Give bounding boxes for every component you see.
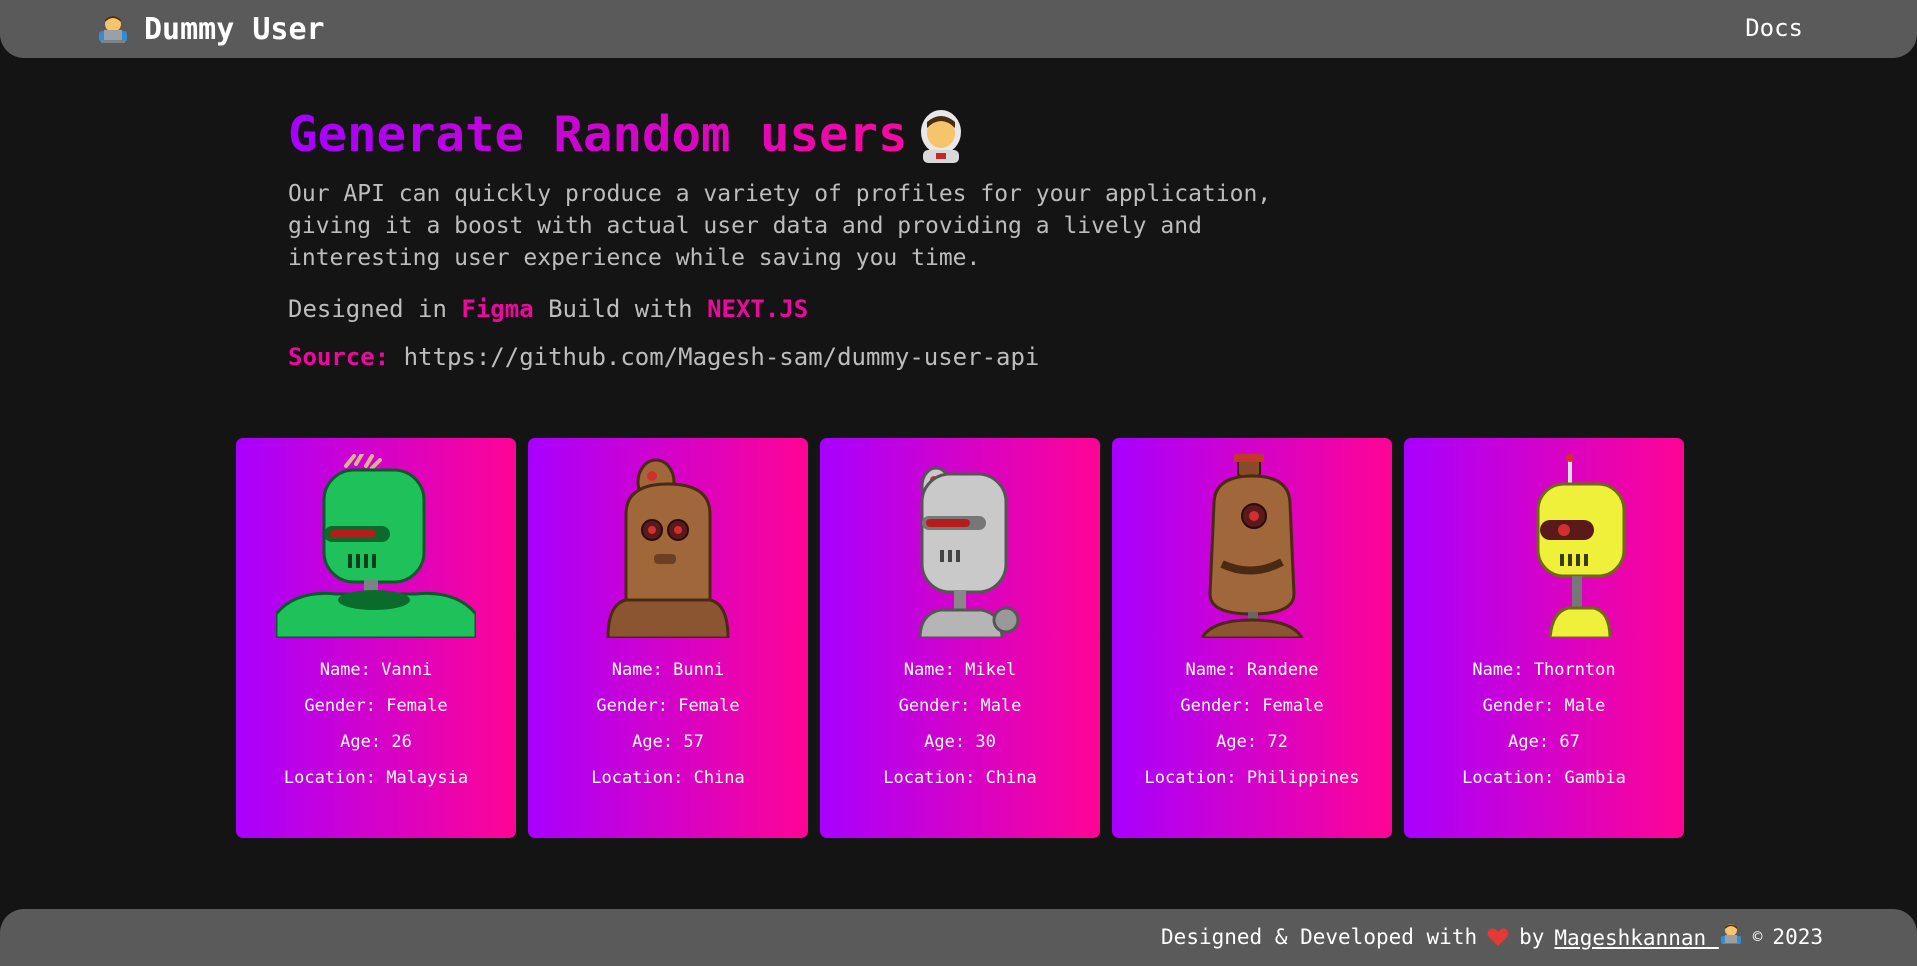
user-location: Location: Philippines bbox=[1144, 768, 1360, 788]
user-gender: Gender: Female bbox=[304, 696, 448, 716]
footer-credit: Designed & Developed with by Mageshkanna… bbox=[1161, 923, 1823, 950]
user-age: Age: 57 bbox=[632, 732, 704, 752]
navbar: Dummy User Docs bbox=[0, 0, 1917, 58]
author-link[interactable]: Mageshkannan bbox=[1554, 923, 1742, 950]
technologist-icon bbox=[99, 16, 127, 43]
user-location: Location: China bbox=[591, 768, 745, 788]
astronaut-icon bbox=[920, 110, 961, 163]
copyright-year: 2023 bbox=[1772, 924, 1823, 949]
user-name: Name: Randene bbox=[1185, 660, 1319, 680]
source-line: Source: https://github.com/Magesh-sam/du… bbox=[288, 340, 1338, 374]
card-info: Name: Thornton Gender: Male Age: 67 Loca… bbox=[1404, 652, 1684, 796]
user-card: Name: Thornton Gender: Male Age: 67 Loca… bbox=[1404, 438, 1684, 838]
card-info: Name: Mikel Gender: Male Age: 30 Locatio… bbox=[820, 652, 1100, 796]
user-name: Name: Bunni bbox=[611, 660, 725, 680]
hero-title-text: Generate Random users bbox=[288, 106, 908, 163]
source-label: Source: bbox=[288, 343, 390, 371]
footer-prefix: Designed & Developed with bbox=[1161, 924, 1478, 949]
card-info: Name: Randene Gender: Female Age: 72 Loc… bbox=[1112, 652, 1392, 796]
user-name: Name: Thornton bbox=[1472, 660, 1616, 680]
designed-line: Designed in Figma Build with NEXT.JS bbox=[288, 292, 1338, 326]
user-location: Location: Gambia bbox=[1462, 768, 1626, 788]
card-info: Name: Vanni Gender: Female Age: 26 Locat… bbox=[236, 652, 516, 796]
user-location: Location: Malaysia bbox=[283, 768, 469, 788]
green-robot-icon bbox=[276, 454, 476, 638]
user-card: Name: Bunni Gender: Female Age: 57 Locat… bbox=[528, 438, 808, 838]
brown-robot-icon bbox=[606, 458, 730, 638]
user-gender: Gender: Male bbox=[1482, 696, 1606, 716]
hero-section: Generate Random users Our API can quickl… bbox=[288, 102, 1338, 374]
hero-description: Our API can quickly produce a variety of… bbox=[288, 181, 1272, 271]
user-card: Name: Vanni Gender: Female Age: 26 Locat… bbox=[236, 438, 516, 838]
user-gender: Gender: Female bbox=[1180, 696, 1324, 716]
designed-prefix: Designed in bbox=[288, 295, 447, 323]
user-gender: Gender: Male bbox=[898, 696, 1022, 716]
technologist-icon bbox=[1720, 924, 1741, 944]
user-age: Age: 26 bbox=[340, 732, 412, 752]
user-name: Name: Vanni bbox=[319, 660, 433, 680]
copyright-symbol: © bbox=[1752, 927, 1763, 946]
brand-title: Dummy User bbox=[144, 11, 325, 47]
user-age: Age: 67 bbox=[1508, 732, 1580, 752]
user-age: Age: 30 bbox=[924, 732, 996, 752]
build-prefix: Build with bbox=[548, 295, 693, 323]
card-info: Name: Bunni Gender: Female Age: 57 Locat… bbox=[528, 652, 808, 796]
footer-by: by bbox=[1519, 924, 1545, 949]
user-gender: Gender: Female bbox=[596, 696, 740, 716]
silver-robot-icon bbox=[918, 466, 1020, 638]
hero-title: Generate Random users bbox=[288, 102, 968, 168]
user-card: Name: Randene Gender: Female Age: 72 Loc… bbox=[1112, 438, 1392, 838]
docs-link[interactable]: Docs bbox=[1745, 14, 1803, 42]
heart-icon bbox=[1487, 927, 1509, 946]
yellow-robot-icon bbox=[1536, 454, 1626, 638]
nextjs-label: NEXT.JS bbox=[707, 295, 809, 323]
user-cards: Name: Vanni Gender: Female Age: 26 Locat… bbox=[236, 438, 1684, 838]
user-age: Age: 72 bbox=[1216, 732, 1288, 752]
user-location: Location: China bbox=[883, 768, 1037, 788]
footer: Designed & Developed with by Mageshkanna… bbox=[0, 909, 1917, 966]
author-name: Mageshkannan bbox=[1554, 926, 1707, 950]
brown-robot-icon bbox=[1200, 454, 1304, 638]
source-url[interactable]: https://github.com/Magesh-sam/dummy-user… bbox=[404, 343, 1040, 371]
user-card: Name: Mikel Gender: Male Age: 30 Locatio… bbox=[820, 438, 1100, 838]
brand[interactable]: Dummy User bbox=[96, 10, 325, 48]
figma-label: Figma bbox=[461, 295, 534, 323]
user-name: Name: Mikel bbox=[903, 660, 1017, 680]
